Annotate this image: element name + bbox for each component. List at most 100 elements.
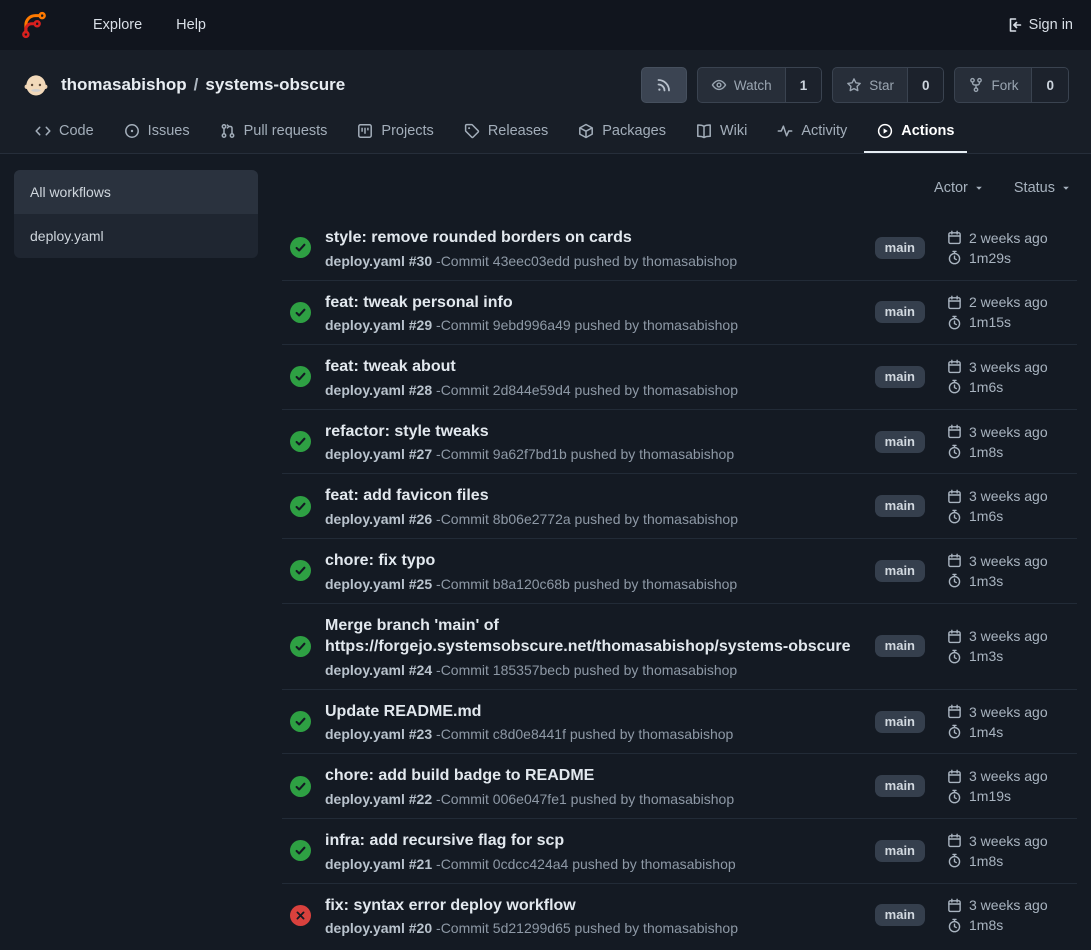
run-title-link[interactable]: Merge branch 'main' of https://forgejo.s…: [325, 615, 861, 658]
run-workflow-number: deploy.yaml #30: [325, 253, 432, 269]
run-title-link[interactable]: style: remove rounded borders on cards: [325, 227, 861, 249]
run-subtitle: deploy.yaml #20 -Commit 5d21299d65 pushe…: [325, 920, 861, 936]
calendar-icon: [947, 295, 962, 310]
tab-code[interactable]: Code: [22, 114, 107, 153]
tab-packages[interactable]: Packages: [565, 114, 679, 153]
run-status-icon: [290, 711, 311, 732]
calendar-icon: [947, 230, 962, 245]
tab-pull-requests[interactable]: Pull requests: [207, 114, 341, 153]
workflow-run-row[interactable]: infra: add recursive flag for scp deploy…: [282, 819, 1077, 884]
star-count[interactable]: 0: [907, 68, 944, 102]
branch-badge[interactable]: main: [875, 237, 925, 259]
calendar-icon: [947, 898, 962, 913]
run-status-icon: [290, 366, 311, 387]
run-meta: 3 weeks ago 1m6s: [947, 488, 1073, 524]
watch-button[interactable]: Watch: [698, 68, 785, 102]
run-title-link[interactable]: chore: fix typo: [325, 550, 861, 572]
workflow-run-row[interactable]: Update README.md deploy.yaml #23 -Commit…: [282, 690, 1077, 755]
forgejo-logo-icon[interactable]: [18, 9, 50, 41]
workflow-run-row[interactable]: chore: fix typo deploy.yaml #25 -Commit …: [282, 539, 1077, 604]
rss-icon: [656, 77, 672, 93]
run-status-icon: [290, 636, 311, 657]
breadcrumb-separator: /: [194, 75, 199, 95]
watch-count[interactable]: 1: [785, 68, 822, 102]
sidebar-item-all-workflows[interactable]: All workflows: [14, 170, 258, 214]
nav-explore-link[interactable]: Explore: [76, 0, 159, 50]
workflow-run-row[interactable]: feat: tweak about deploy.yaml #28 -Commi…: [282, 345, 1077, 410]
run-duration: 1m4s: [947, 724, 1073, 740]
run-date: 2 weeks ago: [947, 294, 1073, 310]
stopwatch-icon: [947, 573, 962, 588]
fork-count[interactable]: 0: [1031, 68, 1068, 102]
tab-activity[interactable]: Activity: [764, 114, 860, 153]
run-workflow-number: deploy.yaml #20: [325, 920, 432, 936]
workflow-run-row[interactable]: feat: tweak personal info deploy.yaml #2…: [282, 281, 1077, 346]
nav-help-link[interactable]: Help: [159, 0, 223, 50]
branch-badge[interactable]: main: [875, 431, 925, 453]
run-title-link[interactable]: fix: syntax error deploy workflow: [325, 895, 861, 917]
run-commit-info: -Commit 0cdcc424a4 pushed by thomasabish…: [436, 856, 736, 872]
branch-badge[interactable]: main: [875, 840, 925, 862]
run-title-link[interactable]: feat: add favicon files: [325, 485, 861, 507]
run-date: 3 weeks ago: [947, 424, 1073, 440]
branch-badge[interactable]: main: [875, 635, 925, 657]
run-subtitle: deploy.yaml #30 -Commit 43eec03edd pushe…: [325, 253, 861, 269]
branch-badge[interactable]: main: [875, 711, 925, 733]
run-workflow-number: deploy.yaml #23: [325, 726, 432, 742]
run-workflow-number: deploy.yaml #22: [325, 791, 432, 807]
stopwatch-icon: [947, 918, 962, 933]
workflow-run-row[interactable]: Merge branch 'main' of https://forgejo.s…: [282, 604, 1077, 690]
run-commit-info: -Commit 185357becb pushed by thomasabish…: [436, 662, 737, 678]
run-meta: 3 weeks ago 1m19s: [947, 768, 1073, 804]
run-commit-info: -Commit b8a120c68b pushed by thomasabish…: [436, 576, 737, 592]
tab-releases[interactable]: Releases: [451, 114, 561, 153]
run-filters: Actor Status: [282, 168, 1077, 216]
workflow-run-row[interactable]: feat: add favicon files deploy.yaml #26 …: [282, 474, 1077, 539]
star-button[interactable]: Star: [833, 68, 907, 102]
repo-owner-avatar[interactable]: [22, 71, 50, 99]
tab-projects[interactable]: Projects: [344, 114, 446, 153]
branch-badge[interactable]: main: [875, 775, 925, 797]
workflow-run-row[interactable]: style: remove rounded borders on cards d…: [282, 216, 1077, 281]
run-title-link[interactable]: feat: tweak personal info: [325, 292, 861, 314]
stopwatch-icon: [947, 789, 962, 804]
tab-actions[interactable]: Actions: [864, 114, 967, 153]
repo-owner-link[interactable]: thomasabishop: [61, 75, 187, 95]
run-workflow-number: deploy.yaml #27: [325, 446, 432, 462]
workflow-run-row[interactable]: refactor: style tweaks deploy.yaml #27 -…: [282, 410, 1077, 475]
star-icon: [846, 77, 862, 93]
actor-filter-dropdown[interactable]: Actor: [934, 180, 984, 196]
fork-button[interactable]: Fork: [955, 68, 1031, 102]
branch-badge[interactable]: main: [875, 301, 925, 323]
run-title-link[interactable]: refactor: style tweaks: [325, 421, 861, 443]
run-duration: 1m6s: [947, 508, 1073, 524]
tab-wiki[interactable]: Wiki: [683, 114, 760, 153]
run-title-link[interactable]: infra: add recursive flag for scp: [325, 830, 861, 852]
run-commit-info: -Commit 43eec03edd pushed by thomasabish…: [436, 253, 737, 269]
chevron-down-icon: [1061, 183, 1071, 193]
sidebar-item-deploy-yaml[interactable]: deploy.yaml: [14, 214, 258, 258]
run-meta: 3 weeks ago 1m8s: [947, 833, 1073, 869]
branch-badge[interactable]: main: [875, 366, 925, 388]
run-title-link[interactable]: chore: add build badge to README: [325, 765, 861, 787]
branch-badge[interactable]: main: [875, 560, 925, 582]
branch-badge[interactable]: main: [875, 495, 925, 517]
workflow-run-row[interactable]: fix: syntax error deploy workflow deploy…: [282, 884, 1077, 948]
calendar-icon: [947, 704, 962, 719]
run-title-link[interactable]: Update README.md: [325, 701, 861, 723]
run-duration: 1m8s: [947, 853, 1073, 869]
status-filter-dropdown[interactable]: Status: [1014, 180, 1071, 196]
run-title-link[interactable]: feat: tweak about: [325, 356, 861, 378]
tab-issues[interactable]: Issues: [111, 114, 203, 153]
run-date: 2 weeks ago: [947, 230, 1073, 246]
sign-in-link[interactable]: Sign in: [1006, 17, 1073, 33]
repo-name-link[interactable]: systems-obscure: [205, 75, 345, 95]
star-button-group: Star 0: [832, 67, 944, 103]
breadcrumb: thomasabishop / systems-obscure: [61, 75, 345, 95]
workflow-run-row[interactable]: chore: add build badge to README deploy.…: [282, 754, 1077, 819]
run-meta: 3 weeks ago 1m4s: [947, 704, 1073, 740]
run-subtitle: deploy.yaml #24 -Commit 185357becb pushe…: [325, 662, 861, 678]
branch-badge[interactable]: main: [875, 904, 925, 926]
chevron-down-icon: [974, 183, 984, 193]
rss-feed-button[interactable]: [641, 67, 687, 103]
